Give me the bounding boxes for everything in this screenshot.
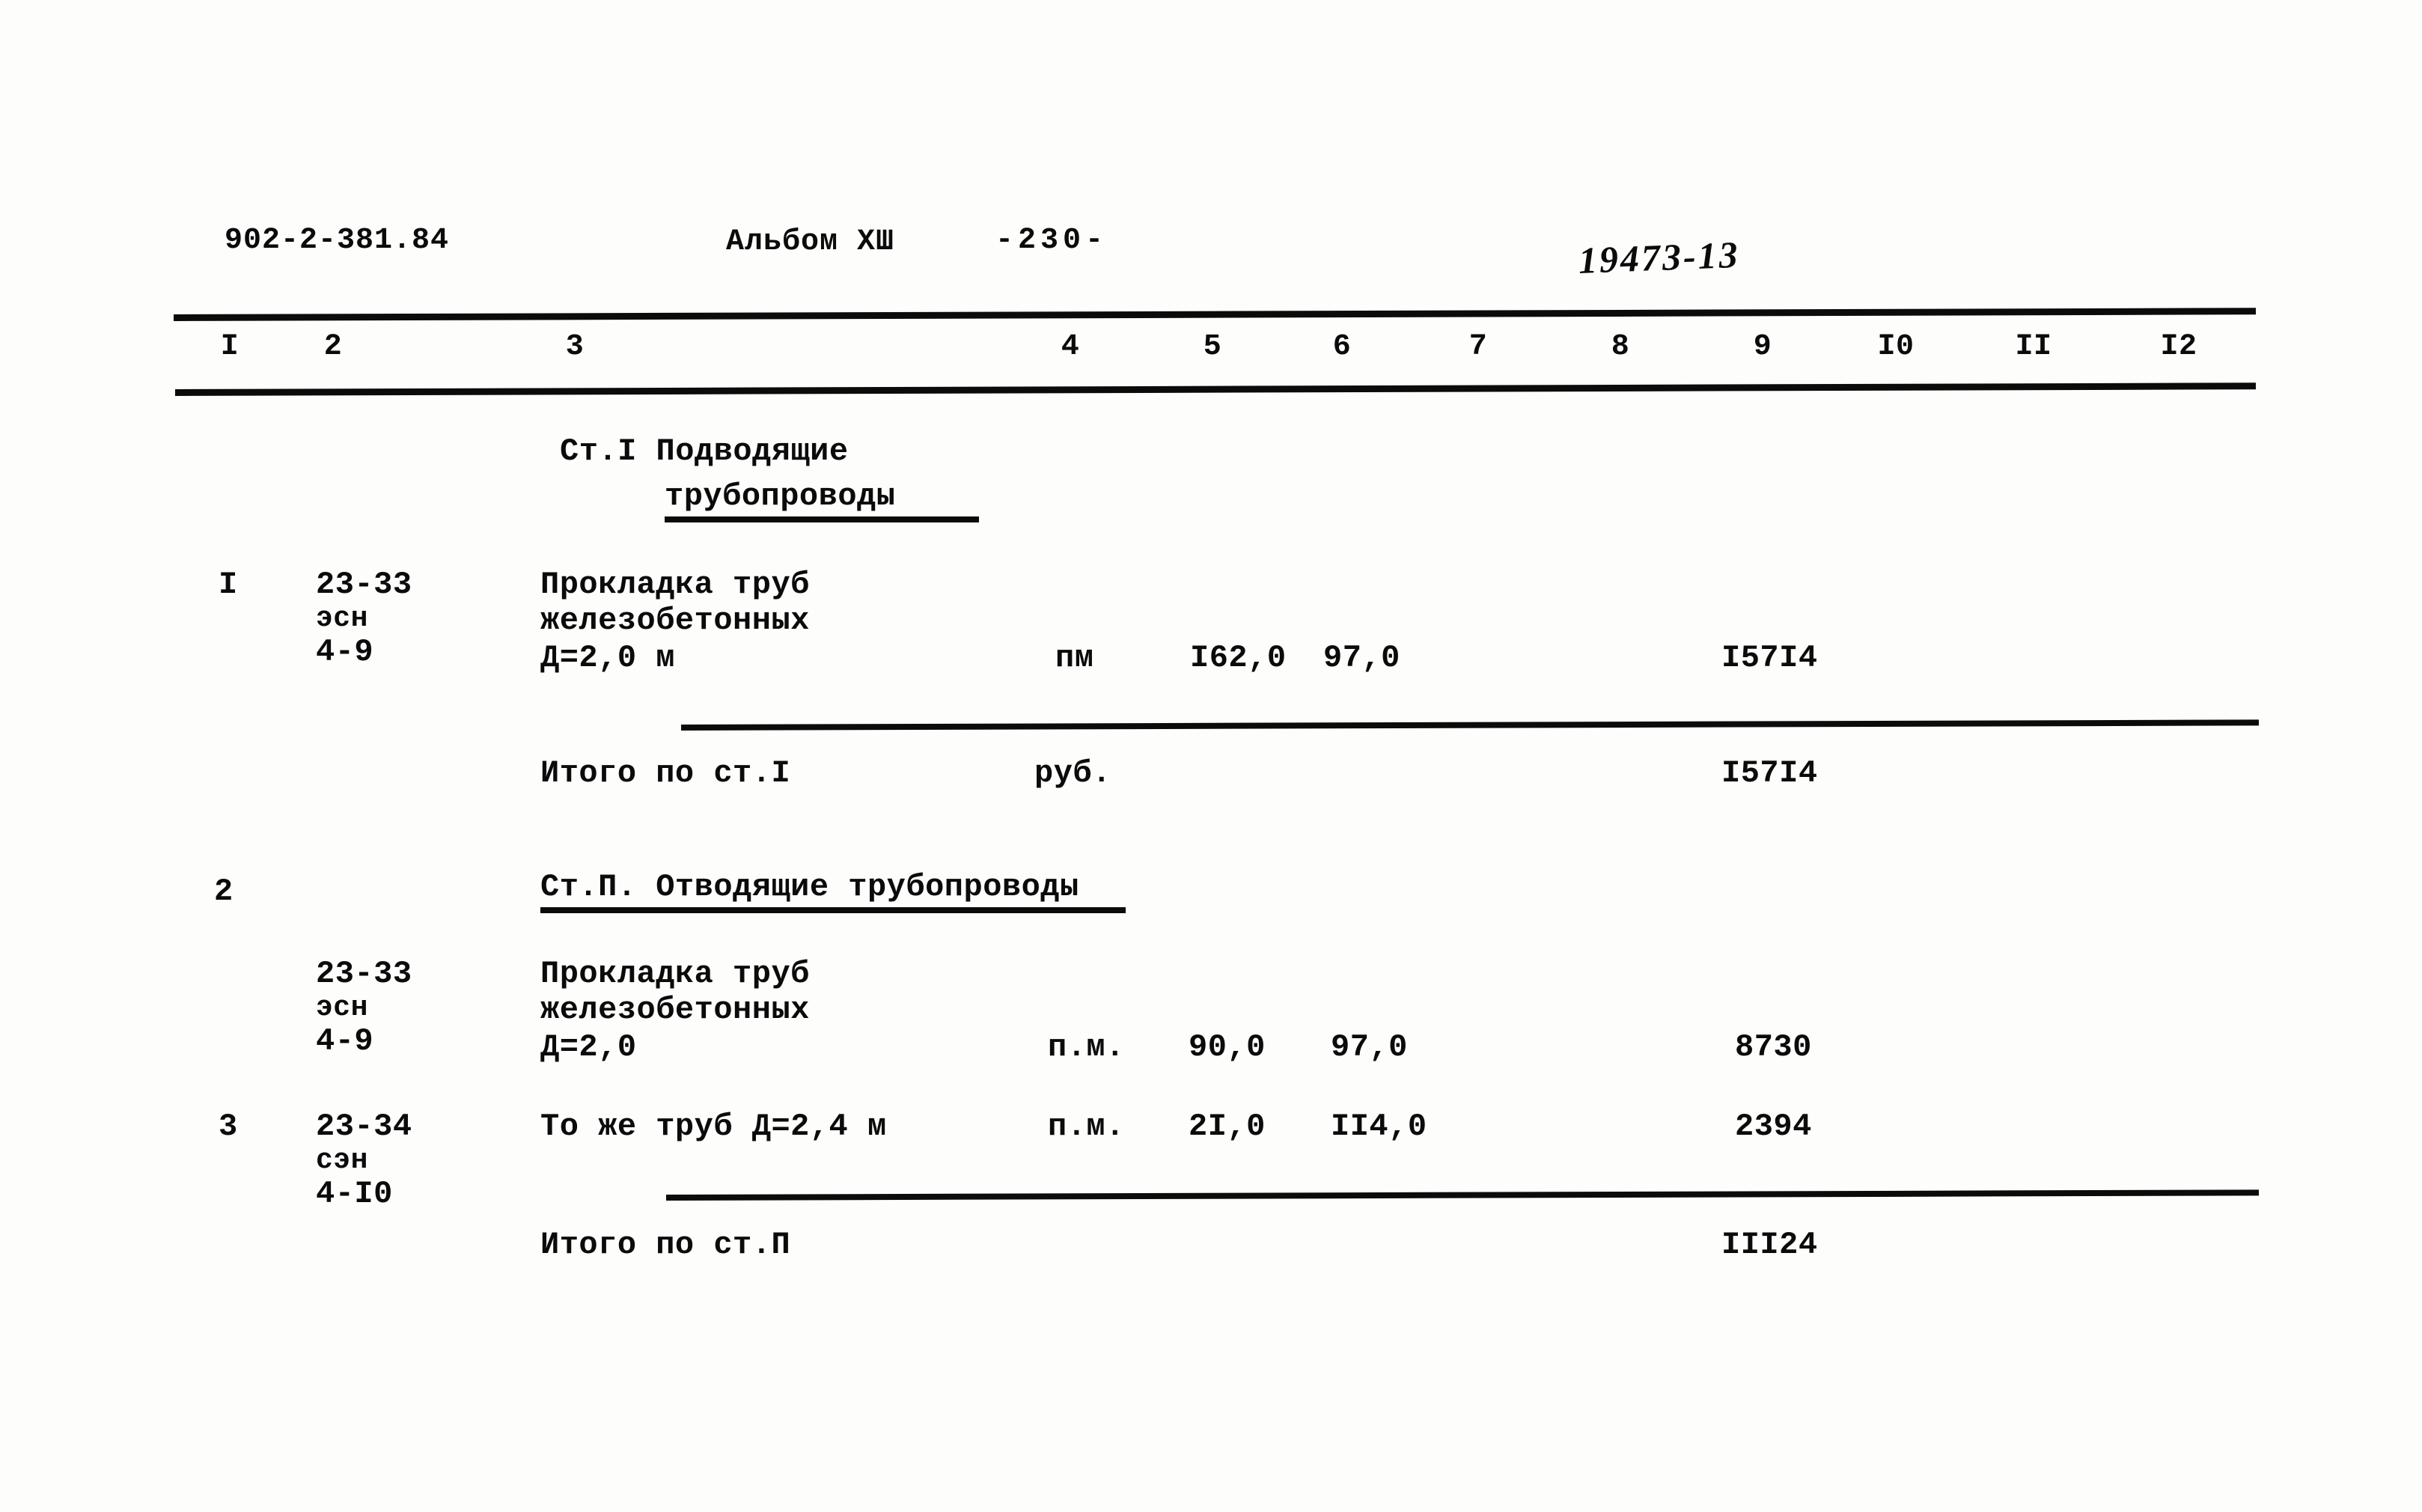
row-number-1: I (219, 567, 238, 603)
section-2-row-number: 2 (214, 874, 234, 909)
row-3-code-line1: 23-34 (316, 1109, 412, 1144)
row-3-number: 3 (219, 1109, 238, 1144)
column-header-8: 8 (1611, 330, 1630, 364)
column-header-6: 6 (1332, 330, 1352, 364)
row-3-quantity: 2I,0 (1189, 1109, 1266, 1144)
section-2-heading-underline (540, 907, 1126, 913)
section-1-subtotal-label: Итого по ст.I (540, 755, 791, 791)
section-1-heading-line2: трубопроводы (665, 478, 896, 514)
row-1-name-line3: Д=2,0 м (540, 640, 675, 676)
row-1-total: I57I4 (1721, 640, 1818, 676)
section-1-subtotal-value: I57I4 (1721, 755, 1818, 791)
column-header-2: 2 (323, 330, 343, 364)
row-1-code-line2: эсн (316, 603, 368, 635)
scanned-document-page: 902-2-381.84 Альбом ХШ -230- 19473-13 I … (0, 0, 2422, 1512)
row-3-code-line2: сэн (316, 1144, 368, 1177)
archive-number-handwritten: 19473-13 (1577, 233, 1741, 281)
column-header-1: I (220, 330, 240, 364)
row-2-price: 97,0 (1331, 1029, 1408, 1065)
row-3-total: 2394 (1735, 1109, 1812, 1144)
row-1-quantity: I62,0 (1190, 640, 1287, 676)
section-1-subtotal-unit: руб. (1034, 755, 1111, 791)
column-header-7: 7 (1468, 330, 1488, 364)
row-2-name-line1: Прокладка труб (540, 956, 810, 992)
row-2-total: 8730 (1735, 1029, 1812, 1065)
section-2-subtotal-rule (665, 1189, 2260, 1201)
column-header-3: 3 (565, 330, 585, 364)
row-2-unit: п.м. (1048, 1029, 1125, 1065)
column-header-4: 4 (1061, 330, 1080, 364)
row-3-unit: п.м. (1048, 1109, 1125, 1144)
section-2-subtotal-label: Итого по ст.П (540, 1227, 791, 1263)
column-header-10: I0 (1877, 330, 1915, 364)
row-2-code-line2: эсн (316, 992, 368, 1024)
column-header-5: 5 (1203, 330, 1222, 364)
row-3-price: II4,0 (1331, 1109, 1427, 1144)
column-header-9: 9 (1753, 330, 1772, 364)
row-3-code-line3: 4-I0 (316, 1176, 393, 1212)
row-1-code-line3: 4-9 (316, 634, 374, 670)
section-1-heading-underline (665, 516, 979, 522)
row-1-name-line1: Прокладка труб (540, 567, 810, 603)
column-header-11: II (2015, 330, 2052, 364)
section-2-heading: Ст.П. Отводящие трубопроводы (540, 869, 1079, 905)
column-header-12: I2 (2160, 330, 2197, 364)
table-header-bottom-rule (174, 382, 2257, 396)
table-top-rule (173, 308, 2257, 321)
section-1-subtotal-rule (680, 719, 2260, 731)
row-2-name-line3: Д=2,0 (540, 1029, 637, 1065)
page-marker: -230- (995, 224, 1108, 257)
row-2-code-line1: 23-33 (316, 956, 412, 992)
row-1-unit: пм (1055, 640, 1094, 676)
row-2-name-line2: железобетонных (540, 992, 810, 1028)
row-2-quantity: 90,0 (1189, 1029, 1266, 1065)
row-2-code-line3: 4-9 (316, 1023, 374, 1059)
section-2-subtotal-value: III24 (1721, 1227, 1818, 1263)
series-code: 902-2-381.84 (225, 224, 450, 257)
section-1-heading-line1: Ст.I Подводящие (560, 433, 849, 469)
row-1-code-line1: 23-33 (316, 567, 412, 603)
row-3-name-line1: То же труб Д=2,4 м (540, 1109, 887, 1144)
row-1-name-line2: железобетонных (540, 603, 810, 638)
row-1-price: 97,0 (1323, 640, 1400, 676)
album-label: Альбом ХШ (726, 225, 895, 259)
